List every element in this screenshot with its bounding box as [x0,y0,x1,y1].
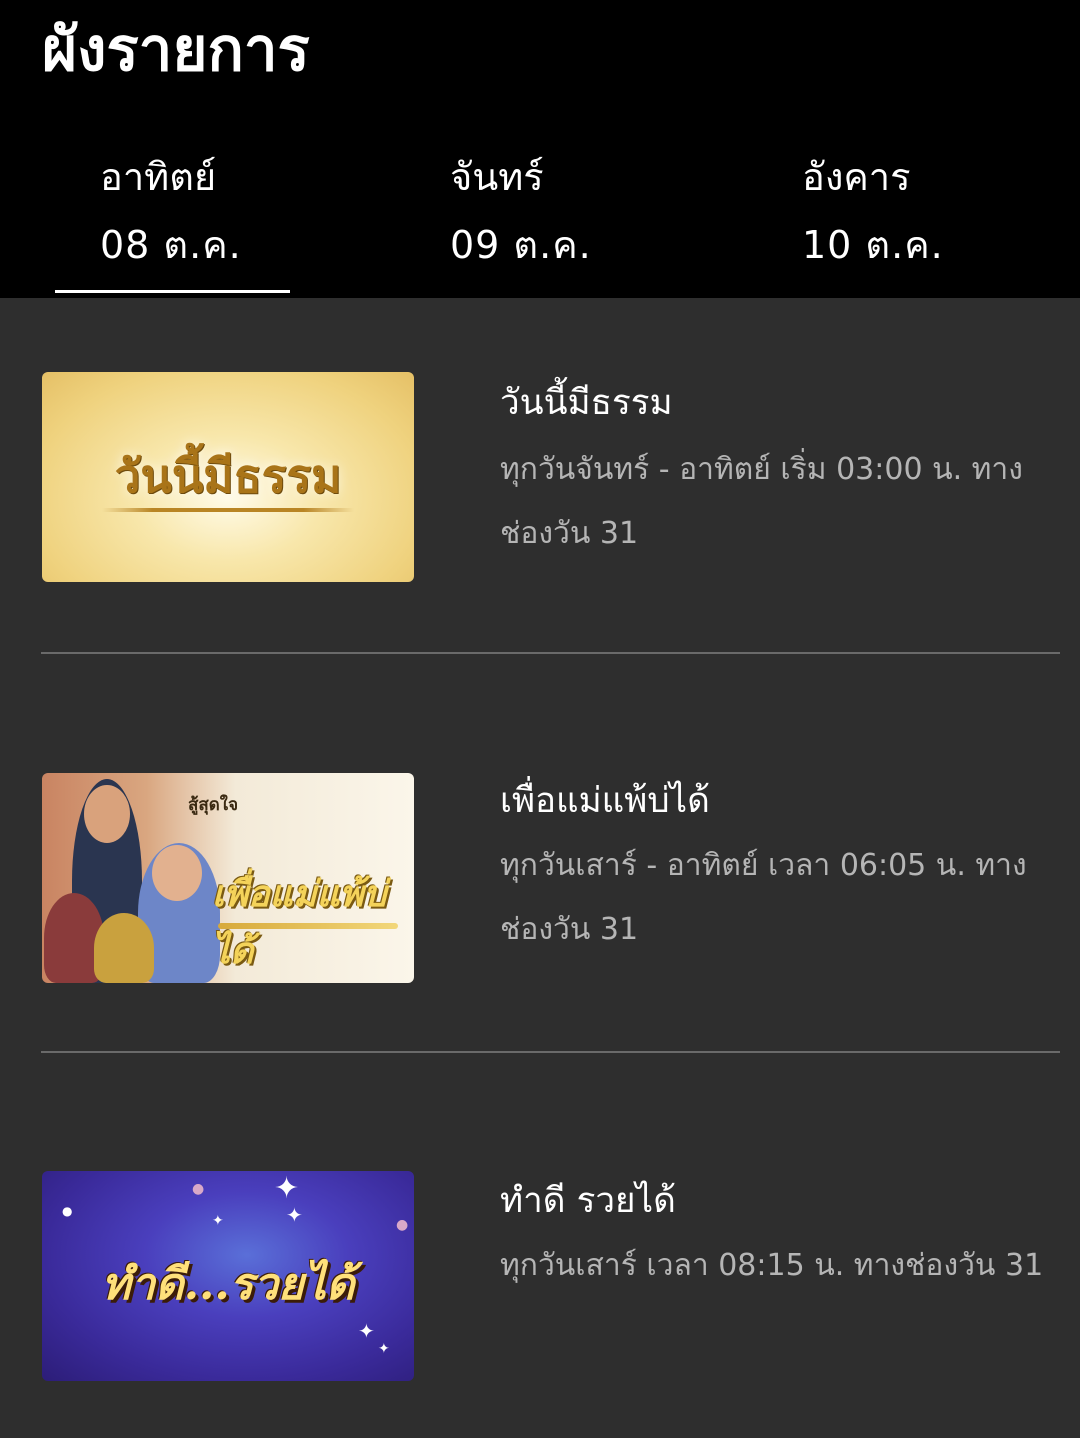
tab-day-label: อังคาร [802,155,911,199]
thumbnail-logo-text: เพื่อแม่แพ้บ่ได้ [212,873,387,972]
tab-day-label: จันทร์ [450,155,544,199]
poster-face [84,785,130,843]
program-list: วันนี้มีธรรม วันนี้มีธรรม ทุกวันจันทร์ -… [0,298,1080,1438]
sparkle-icon: ✦ [212,1213,224,1229]
poster-face [152,845,202,901]
sparkle-icon: ✦ [378,1341,390,1357]
sparkle-icon: ● [192,1181,205,1197]
program-thumbnail[interactable]: ✦ ✦ ✦ ✦ ✦ ● ● ● ทำดี...รวยได้ [42,1171,414,1381]
selected-tab-indicator [55,290,290,293]
program-schedule: ทุกวันเสาร์ เวลา 08:15 น. ทางช่องวัน 31 [500,1248,1044,1283]
sparkle-icon: ✦ [358,1319,375,1343]
tab-date-label: 10 ต.ค. [802,223,944,267]
thumbnail-logo-text: ทำดี...รวยได้ [101,1259,355,1310]
program-title[interactable]: เพื่อแม่แพ้บ่ได้ [500,776,710,826]
divider [41,652,1060,654]
page-title: ผังรายการ [42,15,310,85]
tab-sunday[interactable]: อาทิตย์ 08 ต.ค. [100,150,360,298]
thumbnail-flourish [102,508,354,512]
program-thumbnail[interactable]: วันนี้มีธรรม [42,372,414,582]
tab-date-label: 09 ต.ค. [450,223,592,267]
poster-figure [94,913,154,983]
tab-day-label: อาทิตย์ [100,155,217,199]
tab-tuesday[interactable]: อังคาร 10 ต.ค. [802,150,1062,298]
program-schedule: ทุกวันจันทร์ - อาทิตย์ เริ่ม 03:00 น. ทา… [500,452,1023,551]
sparkle-icon: ✦ [286,1203,303,1227]
sparkle-icon: ✦ [274,1171,300,1206]
header: ผังรายการ อาทิตย์ 08 ต.ค. จันทร์ 09 ต.ค.… [0,0,1080,298]
sparkle-icon: ● [396,1217,409,1233]
thumbnail-swoosh [218,923,398,929]
thumbnail-tagline: สู้สุดใจ [188,795,239,815]
program-title[interactable]: ทำดี รวยได้ [500,1176,676,1226]
divider [41,1051,1060,1053]
sparkle-icon: ● [62,1204,73,1218]
tab-monday[interactable]: จันทร์ 09 ต.ค. [450,150,710,298]
program-schedule: ทุกวันเสาร์ - อาทิตย์ เวลา 06:05 น. ทางช… [500,848,1027,947]
program-title[interactable]: วันนี้มีธรรม [500,378,673,428]
tab-date-label: 08 ต.ค. [100,223,242,267]
thumbnail-logo-text: วันนี้มีธรรม [114,449,342,503]
program-thumbnail[interactable]: สู้สุดใจ เพื่อแม่แพ้บ่ได้ [42,773,414,983]
